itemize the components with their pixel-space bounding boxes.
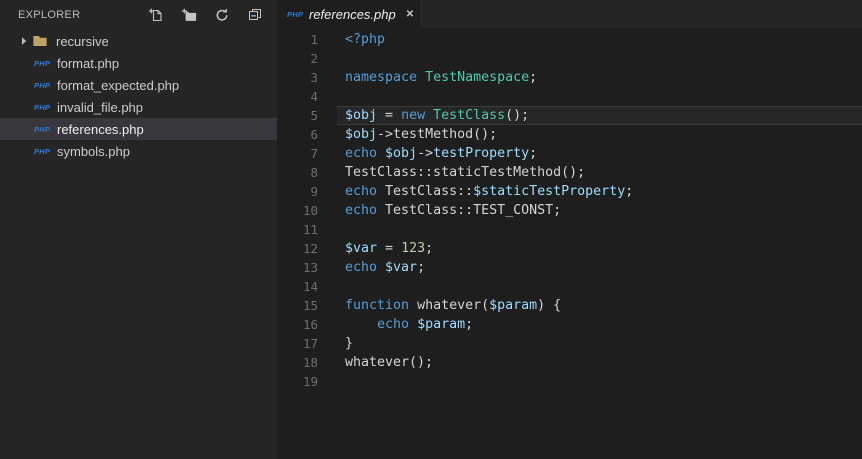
vscode-window: EXPLORER recursive PHP format.php PHP format… [0, 0, 862, 459]
file-row-format-expected-php[interactable]: PHP format_expected.php [0, 74, 277, 96]
code-line-19[interactable]: 19 [277, 372, 862, 391]
php-file-icon: PHP [287, 9, 304, 19]
tab-bar: PHP references.php ✕ [277, 0, 862, 28]
file-row-symbols-php[interactable]: PHP symbols.php [0, 140, 277, 162]
tab-references-php[interactable]: PHP references.php ✕ [277, 0, 420, 28]
code-line-text: function whatever($param) { [345, 298, 562, 313]
php-file-icon: PHP [34, 124, 51, 134]
code-line-text: $var = 123; [345, 241, 434, 256]
code-line-12[interactable]: 12 $var = 123; [277, 239, 862, 258]
code-line-text: <?php [345, 32, 386, 47]
code-line-text: echo $param; [377, 317, 474, 332]
explorer-header: EXPLORER [0, 0, 277, 29]
line-number[interactable]: 1 [277, 30, 318, 49]
file-label: format_expected.php [57, 77, 180, 93]
code-line-9[interactable]: 9 echo TestClass::$staticTestProperty; [277, 182, 862, 201]
code-line-13[interactable]: 13 echo $var; [277, 258, 862, 277]
code-line-16[interactable]: 16 echo $param; [277, 315, 862, 334]
line-number[interactable]: 10 [277, 201, 318, 220]
code-line-7[interactable]: 7 echo $obj->testProperty; [277, 144, 862, 163]
code-editor[interactable]: 1 <?php 2 3 namespace TestNamespace; 4 5 $obj =… [277, 28, 862, 391]
line-number[interactable]: 16 [277, 315, 318, 334]
code-line-1[interactable]: 1 <?php [277, 30, 862, 49]
line-number[interactable]: 9 [277, 182, 318, 201]
code-line-text: TestClass::staticTestMethod(); [345, 165, 586, 180]
file-tree: recursive PHP format.php PHP format_expected… [0, 30, 277, 162]
file-label: recursive [56, 33, 109, 49]
file-row-references-php[interactable]: PHP references.php [0, 118, 277, 140]
line-number[interactable]: 3 [277, 68, 318, 87]
line-number[interactable]: 14 [277, 277, 318, 296]
code-line-11[interactable]: 11 [277, 220, 862, 239]
file-row-format-php[interactable]: PHP format.php [0, 52, 277, 74]
chevron-right-icon[interactable] [18, 33, 32, 49]
line-number[interactable]: 11 [277, 220, 318, 239]
php-file-icon: PHP [34, 58, 51, 68]
code-line-8[interactable]: 8 TestClass::staticTestMethod(); [277, 163, 862, 182]
file-label: invalid_file.php [57, 99, 144, 115]
line-number[interactable]: 19 [277, 372, 318, 391]
line-number[interactable]: 7 [277, 144, 318, 163]
php-file-icon: PHP [34, 102, 51, 112]
tab-close-icon[interactable]: ✕ [406, 9, 414, 20]
file-label: format.php [57, 55, 120, 71]
line-number[interactable]: 4 [277, 87, 318, 106]
php-file-icon: PHP [34, 80, 51, 90]
code-line-text: $obj->testMethod(); [345, 127, 498, 142]
code-line-4[interactable]: 4 [277, 87, 862, 106]
code-line-10[interactable]: 10 echo TestClass::TEST_CONST; [277, 201, 862, 220]
line-number[interactable]: 6 [277, 125, 318, 144]
code-line-text: echo $obj->testProperty; [345, 146, 538, 161]
code-line-text: echo TestClass::TEST_CONST; [345, 203, 562, 218]
php-file-icon: PHP [34, 146, 51, 156]
file-row-invalid-file-php[interactable]: PHP invalid_file.php [0, 96, 277, 118]
code-line-text: namespace TestNamespace; [345, 70, 538, 85]
code-line-14[interactable]: 14 [277, 277, 862, 296]
explorer-actions [148, 7, 263, 23]
code-line-15[interactable]: 15 function whatever($param) { [277, 296, 862, 315]
line-number[interactable]: 15 [277, 296, 318, 315]
explorer-title: EXPLORER [18, 8, 81, 21]
file-label: references.php [57, 121, 144, 137]
code-line-text: $obj = new TestClass(); [345, 108, 530, 123]
code-line-17[interactable]: 17} [277, 334, 862, 353]
line-number[interactable]: 5 [277, 106, 318, 125]
line-number[interactable]: 17 [277, 334, 318, 353]
code-line-2[interactable]: 2 [277, 49, 862, 68]
code-line-text: echo $var; [345, 260, 426, 275]
code-line-text: } [345, 336, 354, 351]
line-number[interactable]: 18 [277, 353, 318, 372]
line-number[interactable]: 13 [277, 258, 318, 277]
editor-area: PHP references.php ✕ 1 <?php 2 3 namespace T… [277, 0, 862, 459]
line-number[interactable]: 2 [277, 49, 318, 68]
code-line-5[interactable]: 5 $obj = new TestClass(); [277, 106, 862, 125]
code-line-text: echo TestClass::$staticTestProperty; [345, 184, 634, 199]
file-row-recursive[interactable]: recursive [0, 30, 277, 52]
code-line-6[interactable]: 6 $obj->testMethod(); [277, 125, 862, 144]
code-line-text: whatever(); [345, 355, 434, 370]
line-number[interactable]: 8 [277, 163, 318, 182]
code-line-3[interactable]: 3 namespace TestNamespace; [277, 68, 862, 87]
explorer-sidebar: EXPLORER recursive PHP format.php PHP format… [0, 0, 277, 459]
folder-icon [32, 33, 48, 49]
tab-title: references.php [309, 6, 396, 22]
refresh-icon[interactable] [214, 7, 230, 23]
new-folder-icon[interactable] [181, 7, 197, 23]
new-file-icon[interactable] [148, 7, 164, 23]
collapse-all-icon[interactable] [247, 7, 263, 23]
code-line-18[interactable]: 18 whatever(); [277, 353, 862, 372]
file-label: symbols.php [57, 143, 130, 159]
line-number[interactable]: 12 [277, 239, 318, 258]
